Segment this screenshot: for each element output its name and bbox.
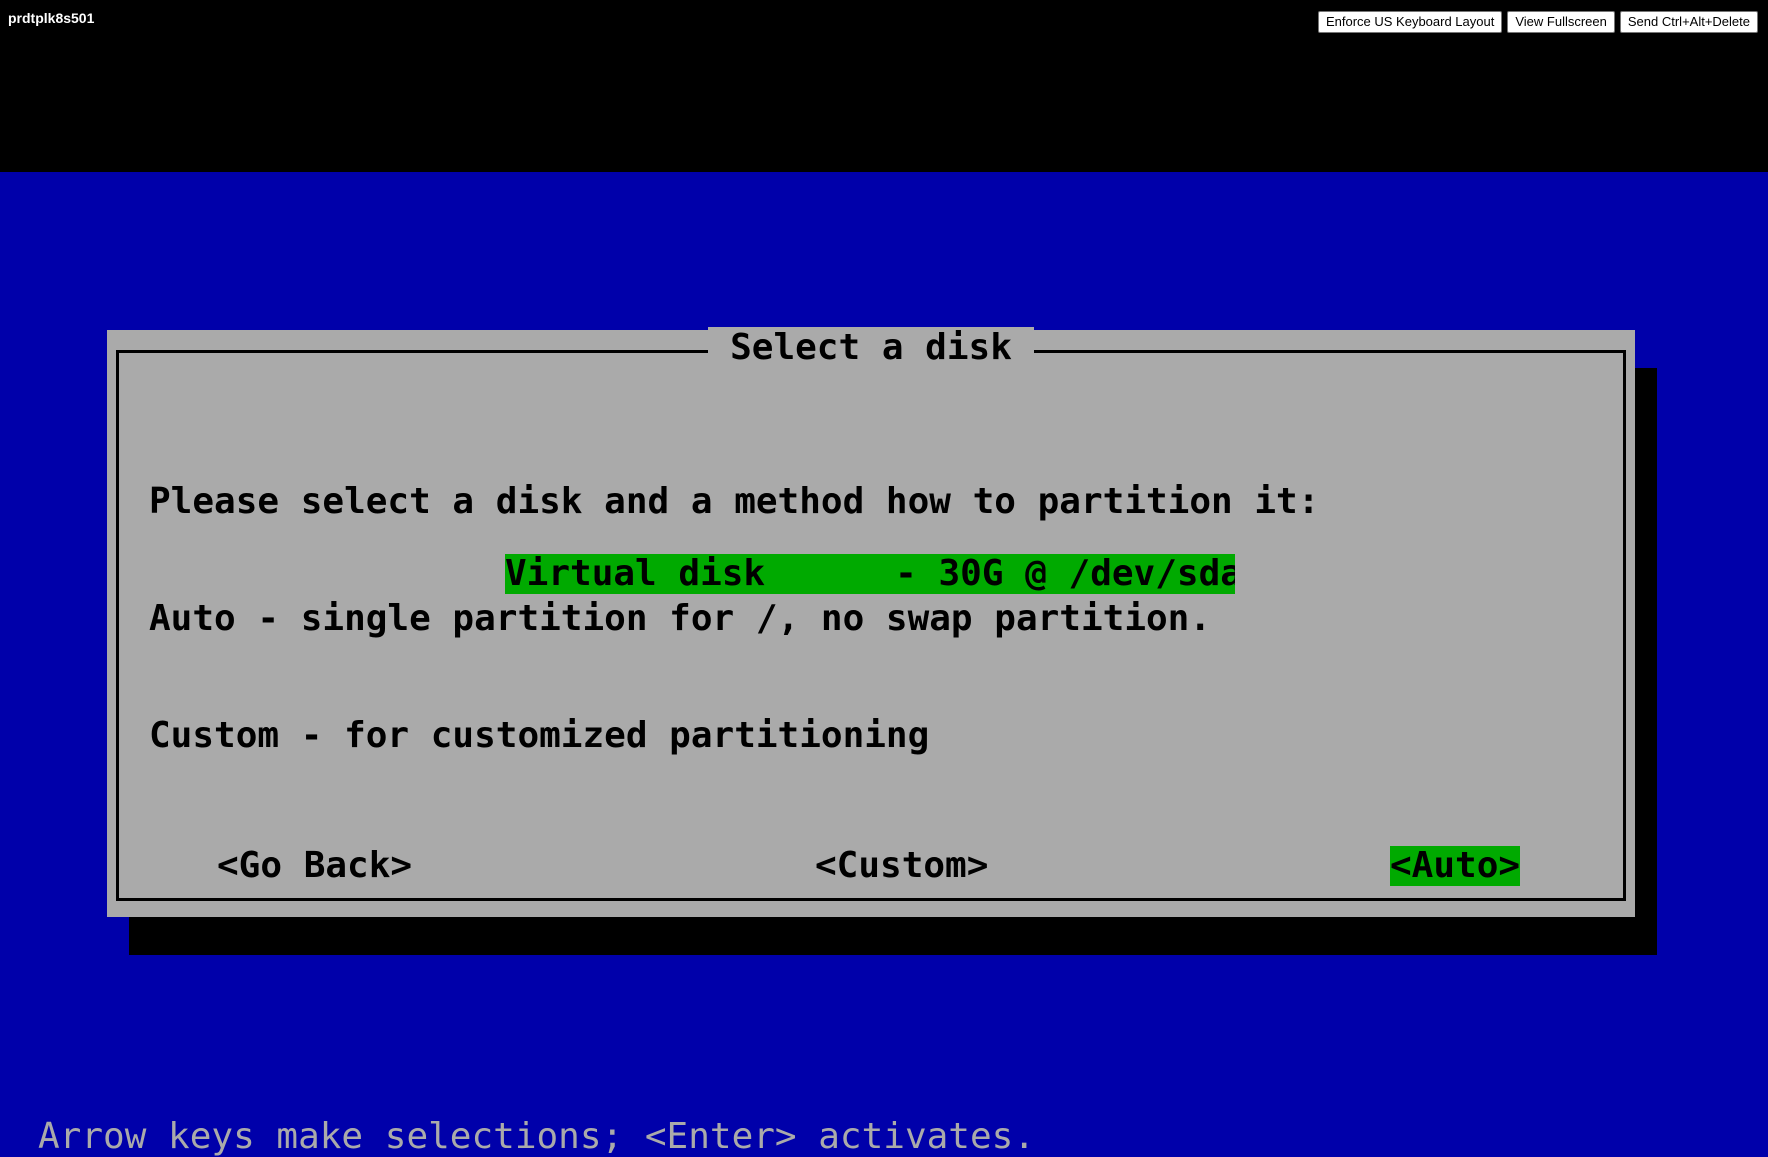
keyboard-hint: Arrow keys make selections; <Enter> acti…	[38, 1116, 1035, 1157]
disk-list-item[interactable]: Virtual disk - 30G @ /dev/sda	[505, 554, 1235, 594]
description-line: Custom - for customized partitioning	[149, 715, 930, 756]
console-header: prdtplk8s501 Enforce US Keyboard Layout …	[0, 0, 1768, 172]
description-line: Auto - single partition for /, no swap p…	[149, 598, 1212, 639]
enforce-keyboard-layout-button[interactable]: Enforce US Keyboard Layout	[1317, 11, 1503, 33]
auto-button[interactable]: <Auto>	[1390, 846, 1521, 886]
send-ctrl-alt-delete-button[interactable]: Send Ctrl+Alt+Delete	[1619, 11, 1758, 33]
custom-button[interactable]: <Custom>	[815, 846, 988, 886]
terminal-screen[interactable]: Select a disk Please select a disk and a…	[0, 172, 1768, 1157]
console-toolbar: Enforce US Keyboard Layout View Fullscre…	[1317, 11, 1758, 33]
dialog-description: Please select a disk and a method how to…	[149, 404, 1319, 833]
select-disk-dialog: Select a disk Please select a disk and a…	[107, 327, 1635, 917]
view-fullscreen-button[interactable]: View Fullscreen	[1507, 11, 1615, 33]
dialog-title: Select a disk	[107, 327, 1635, 368]
host-label: prdtplk8s501	[8, 10, 95, 26]
dialog-title-text: Select a disk	[708, 327, 1034, 368]
go-back-button[interactable]: <Go Back>	[217, 846, 412, 886]
description-line: Please select a disk and a method how to…	[149, 481, 1320, 522]
